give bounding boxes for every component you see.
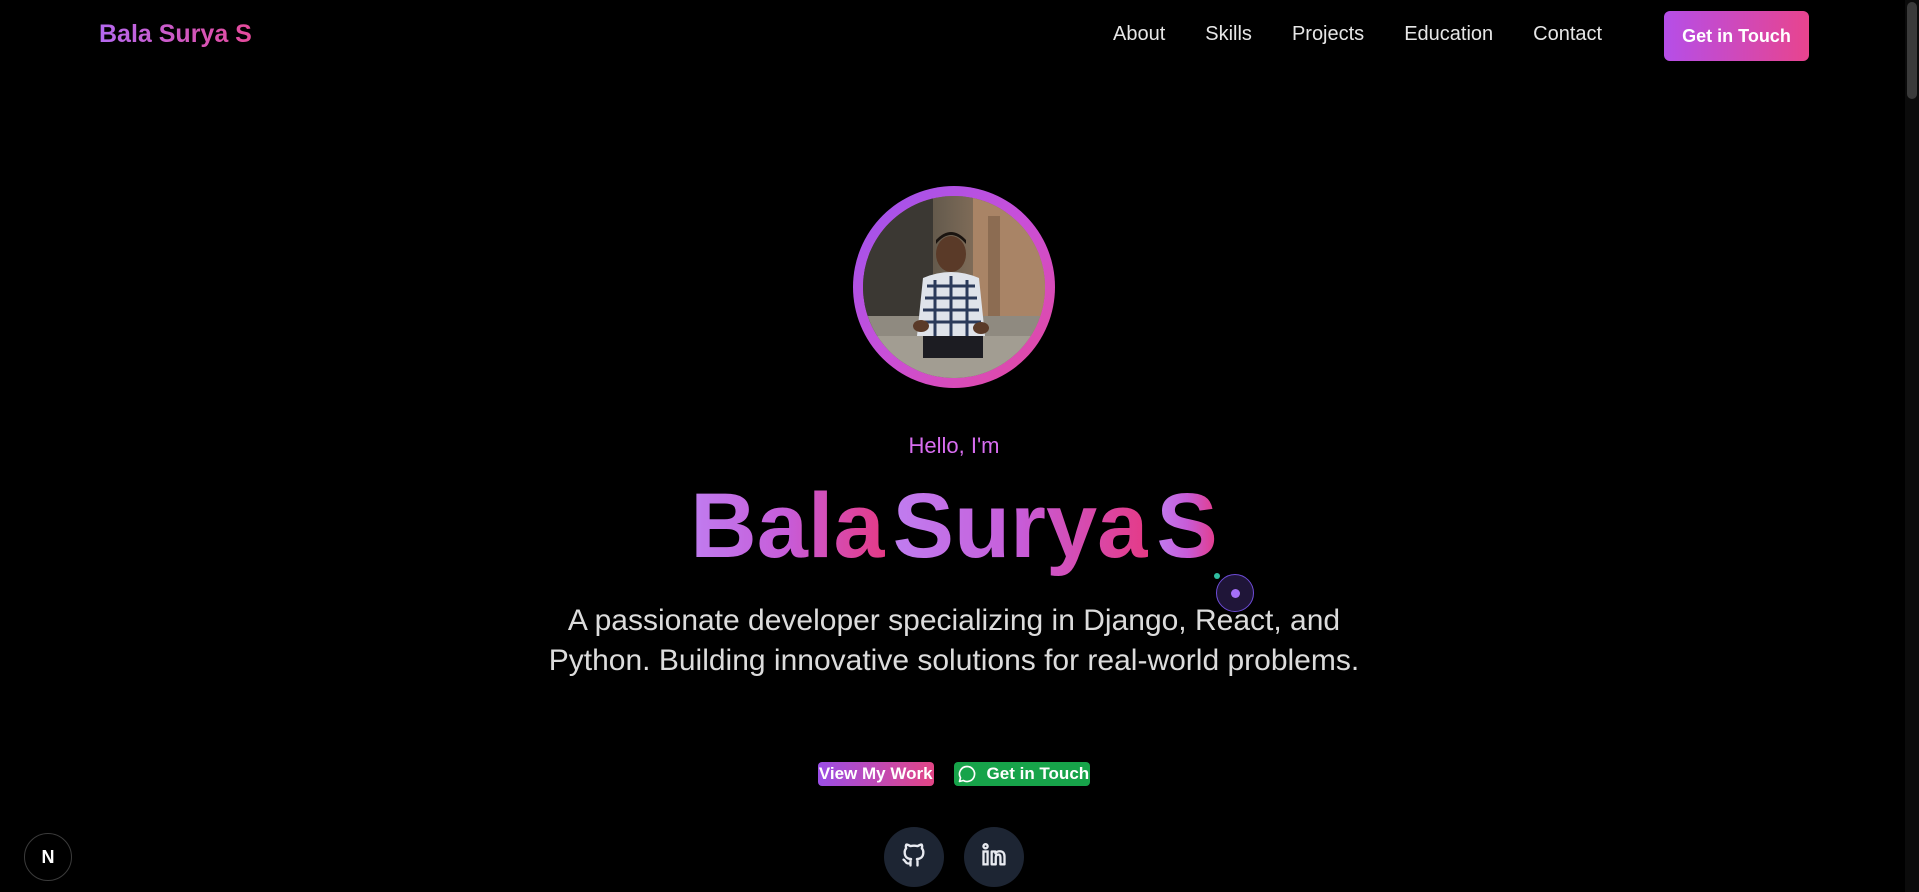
- custom-cursor-dot: [1231, 589, 1240, 598]
- nav-link-skills[interactable]: Skills: [1205, 23, 1252, 46]
- get-in-touch-button[interactable]: Get in Touch: [1664, 11, 1809, 61]
- hero-actions: View My Work Get in Touch: [0, 762, 1908, 786]
- nav-link-about[interactable]: About: [1113, 23, 1165, 46]
- hero-name-last: S: [1156, 475, 1218, 577]
- nextjs-badge-label: N: [41, 846, 55, 867]
- profile-photo: [863, 196, 1045, 378]
- scrollbar-thumb[interactable]: [1907, 2, 1917, 99]
- linkedin-link[interactable]: [964, 827, 1024, 887]
- hero-tagline: A passionate developer specializing in D…: [548, 604, 1360, 677]
- whatsapp-icon: [957, 764, 977, 784]
- hero-name-middle: Surya: [892, 475, 1149, 577]
- nav-link-education[interactable]: Education: [1404, 23, 1493, 46]
- brand-logo[interactable]: Bala Surya S: [99, 20, 252, 49]
- github-link[interactable]: [884, 827, 944, 887]
- linkedin-icon: [980, 841, 1008, 874]
- cursor-trail-dot: [1214, 573, 1220, 579]
- profile-avatar: [853, 186, 1055, 388]
- social-links: [884, 827, 1024, 887]
- nav-link-contact[interactable]: Contact: [1533, 23, 1602, 46]
- portfolio-page: Bala Surya S About Skills Projects Educa…: [0, 0, 1919, 892]
- view-my-work-button[interactable]: View My Work: [817, 762, 934, 786]
- whatsapp-button-label: Get in Touch: [986, 764, 1090, 783]
- hero-name: BalaSuryaS: [0, 475, 1908, 577]
- nav-link-projects[interactable]: Projects: [1292, 23, 1364, 46]
- github-icon: [900, 841, 928, 874]
- hero-name-first: Bala: [690, 475, 885, 577]
- nextjs-dev-badge[interactable]: N: [24, 833, 72, 881]
- custom-cursor: [1216, 574, 1254, 612]
- whatsapp-contact-button[interactable]: Get in Touch: [953, 762, 1091, 786]
- site-header: Bala Surya S About Skills Projects Educa…: [0, 0, 1905, 72]
- hero-greeting: Hello, I'm: [908, 433, 1000, 458]
- main-nav: About Skills Projects Education Contact: [1113, 23, 1602, 46]
